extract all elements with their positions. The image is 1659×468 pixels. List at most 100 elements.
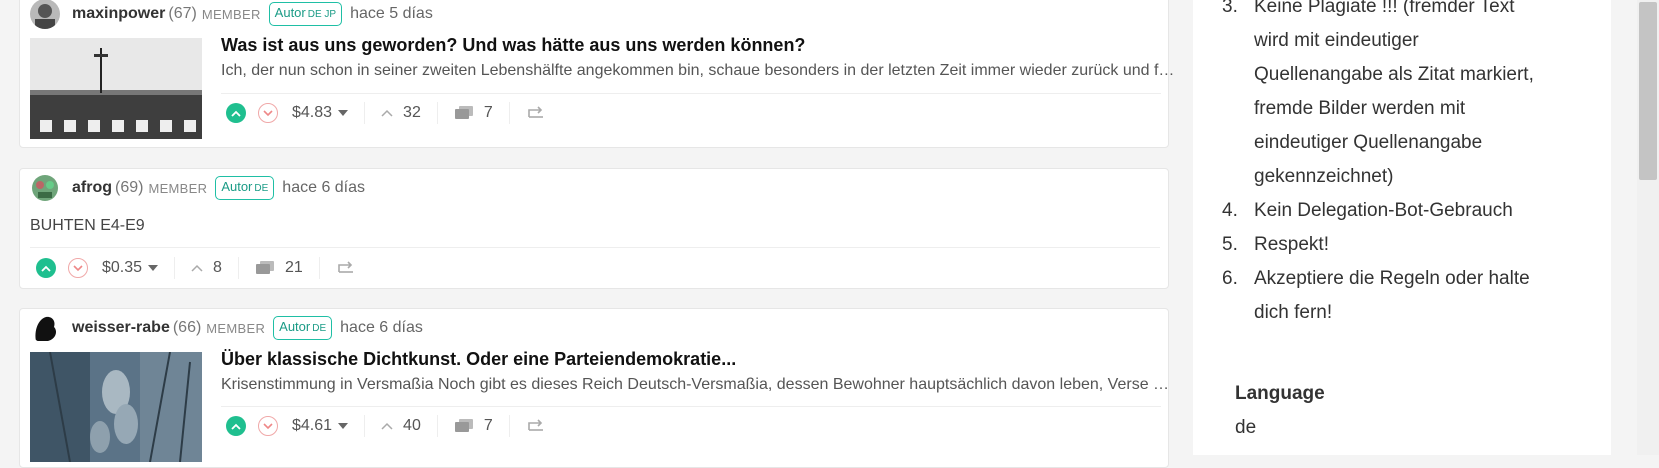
post-time[interactable]: hace 6 días	[282, 179, 365, 197]
language-label: Language	[1235, 383, 1325, 404]
caret-down-icon	[148, 265, 159, 271]
comment-count[interactable]: 21	[285, 259, 303, 277]
rule-line: gekennzeichnet)	[1254, 166, 1394, 187]
comment-count[interactable]: 7	[484, 104, 493, 122]
payout-dropdown[interactable]: $4.61	[292, 417, 349, 435]
payout-value: $4.61	[292, 417, 333, 434]
author-reputation: (69)	[115, 179, 144, 196]
chevron-up-icon	[231, 423, 241, 430]
rule-number: 3.	[1222, 0, 1238, 17]
rule-line: eindeutiger Quellenangabe	[1254, 132, 1483, 153]
chevron-up-icon	[41, 265, 51, 272]
rule-line: fremde Bilder werden mit	[1254, 98, 1466, 119]
author-name[interactable]: maxinpower	[72, 5, 165, 23]
chevron-up-icon	[231, 110, 241, 117]
post-excerpt[interactable]: Krisenstimmung in Versmaßia Noch gibt es…	[221, 376, 1176, 394]
rule-number: 6.	[1222, 268, 1238, 289]
separator	[364, 415, 366, 437]
avatar[interactable]	[30, 0, 60, 29]
author-reputation: (66)	[172, 319, 202, 336]
comment-count[interactable]: 7	[484, 417, 493, 435]
caret-down-icon	[338, 423, 349, 429]
reblog-icon[interactable]	[526, 105, 546, 121]
upvote-button[interactable]	[226, 416, 246, 436]
upvote-button[interactable]	[226, 103, 246, 123]
payout-value: $4.83	[292, 104, 333, 121]
author-name[interactable]: weisser-rabe	[72, 319, 170, 337]
payout-value: $0.35	[102, 259, 143, 276]
upvote-button[interactable]	[36, 258, 56, 278]
badge-label: Autor	[274, 5, 306, 20]
rules-list: 3. Keine Plagiate !!! (fremder Text wird…	[1222, 0, 1590, 330]
divider	[221, 93, 1161, 94]
rule-item: 3. Keine Plagiate !!! (fremder Text wird…	[1222, 0, 1590, 194]
votes-chevron-icon[interactable]	[191, 264, 203, 272]
vote-count[interactable]: 32	[403, 104, 421, 122]
scrollbar-thumb[interactable]	[1639, 2, 1657, 180]
post-footer: $0.35 8 21	[36, 253, 366, 283]
author-row: weisser-rabe (66) MEMBER Autor DE hace 6 …	[30, 313, 423, 343]
separator	[364, 102, 366, 124]
author-row: afrog (69) MEMBER Autor DE hace 6 días	[30, 173, 365, 203]
separator	[237, 257, 239, 279]
rule-item: 5. Respekt!	[1222, 228, 1590, 262]
avatar[interactable]	[30, 313, 60, 343]
separator	[436, 102, 438, 124]
payout-dropdown[interactable]: $0.35	[102, 259, 159, 277]
rule-item: 4. Kein Delegation-Bot-Gebrauch	[1222, 194, 1590, 228]
reblog-icon[interactable]	[526, 418, 546, 434]
post-title[interactable]: Was ist aus uns geworden? Und was hätte …	[221, 35, 805, 56]
rule-line: Kein Delegation-Bot-Gebrauch	[1254, 200, 1513, 221]
rule-line: Quellenangabe als Zitat markiert,	[1254, 64, 1534, 85]
comments-icon[interactable]	[454, 418, 474, 434]
votes-chevron-icon[interactable]	[381, 109, 393, 117]
post-excerpt[interactable]: Ich, der nun schon in seiner zweiten Leb…	[221, 62, 1176, 80]
post-title[interactable]: Über klassische Dichtkunst. Oder eine Pa…	[221, 349, 736, 370]
downvote-button[interactable]	[258, 416, 278, 436]
rule-line: Keine Plagiate !!! (fremder Text	[1254, 0, 1515, 17]
post-thumbnail[interactable]	[30, 352, 202, 462]
separator	[318, 257, 320, 279]
divider	[30, 247, 1160, 248]
reblog-icon[interactable]	[336, 260, 356, 276]
downvote-button[interactable]	[68, 258, 88, 278]
separator	[174, 257, 176, 279]
vote-count[interactable]: 40	[403, 417, 421, 435]
comments-icon[interactable]	[454, 105, 474, 121]
payout-dropdown[interactable]: $4.83	[292, 104, 349, 122]
rule-line: dich fern!	[1254, 302, 1333, 323]
divider	[221, 406, 1161, 407]
avatar[interactable]	[30, 173, 60, 203]
badge-languages: DE	[312, 323, 327, 334]
chevron-down-icon	[73, 264, 83, 271]
author-badge: Autor DE	[215, 176, 275, 200]
post-feed: maxinpower (67) MEMBER Autor DE JP hace 5…	[0, 0, 1190, 468]
author-name[interactable]: afrog	[72, 179, 112, 197]
post-time[interactable]: hace 5 días	[350, 5, 433, 23]
caret-down-icon	[338, 110, 349, 116]
author-badge: Autor DE JP	[268, 2, 343, 26]
post-footer: $4.61 40 7	[226, 411, 556, 441]
vote-count[interactable]: 8	[213, 259, 222, 277]
author-role: MEMBER	[201, 6, 261, 22]
post-time[interactable]: hace 6 días	[340, 319, 423, 337]
post-footer: $4.83 32 7	[226, 98, 556, 128]
comments-icon[interactable]	[255, 260, 275, 276]
author-reputation: (67)	[168, 5, 197, 22]
badge-label: Autor	[279, 319, 311, 334]
post-card: afrog (69) MEMBER Autor DE hace 6 días BU…	[19, 168, 1169, 289]
separator	[508, 102, 510, 124]
chevron-down-icon	[263, 109, 273, 116]
rule-line: wird mit eindeutiger	[1254, 30, 1419, 51]
rule-line: Akzeptiere die Regeln oder halte	[1254, 268, 1530, 289]
post-thumbnail[interactable]	[30, 38, 202, 139]
language-value: de	[1235, 417, 1257, 438]
separator	[436, 415, 438, 437]
badge-label: Autor	[221, 179, 253, 194]
downvote-button[interactable]	[258, 103, 278, 123]
chevron-down-icon	[263, 422, 273, 429]
votes-chevron-icon[interactable]	[381, 422, 393, 430]
rule-number: 5.	[1222, 234, 1238, 255]
community-sidebar: 3. Keine Plagiate !!! (fremder Text wird…	[1193, 0, 1611, 455]
post-body[interactable]: BUHTEN E4-E9	[30, 217, 145, 235]
